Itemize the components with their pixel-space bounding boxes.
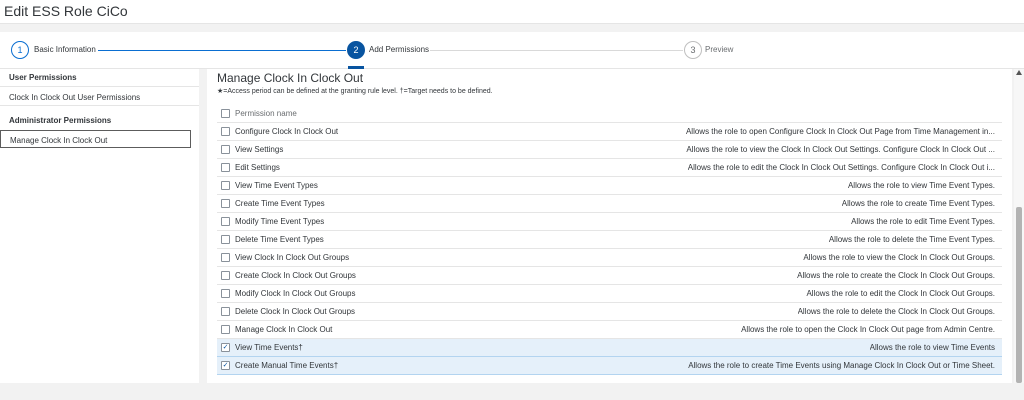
table-header-row: Permission name [217, 105, 1002, 123]
table-row[interactable]: ✓ Create Manual Time Events† Allows the ro… [217, 357, 1002, 375]
step-2-indicator[interactable]: 2 [347, 41, 365, 59]
permission-description: Allows the role to create Time Event Typ… [841, 199, 995, 208]
permission-name: Delete Time Event Types [235, 235, 324, 244]
divider [0, 86, 199, 87]
vertical-scrollbar[interactable] [1014, 69, 1024, 383]
sidebar-item-label: Manage Clock In Clock Out [10, 136, 108, 145]
table-row[interactable]: Edit Settings Allows the role to edit the… [217, 159, 1002, 177]
table-row[interactable]: View Clock In Clock Out Groups Allows the… [217, 249, 1002, 267]
table-row[interactable]: Configure Clock In Clock Out Allows the r… [217, 123, 1002, 141]
permission-description: Allows the role to view the Clock In Clo… [686, 145, 995, 154]
permission-name: Manage Clock In Clock Out [235, 325, 333, 334]
table-row[interactable]: Modify Clock In Clock Out Groups Allows t… [217, 285, 1002, 303]
permission-checkbox[interactable] [221, 271, 230, 280]
wizard-stepper: 1 Basic Information 2 Add Permissions 3 … [0, 32, 1024, 69]
table-row[interactable]: Delete Clock In Clock Out Groups Allows t… [217, 303, 1002, 321]
permission-checkbox[interactable]: ✓ [221, 361, 230, 370]
table-row[interactable]: Manage Clock In Clock Out Allows the role… [217, 321, 1002, 339]
permission-checkbox[interactable] [221, 325, 230, 334]
permission-checkbox[interactable] [221, 145, 230, 154]
permission-description: Allows the role to delete the Time Event… [828, 235, 995, 244]
column-header-permission-name: Permission name [235, 109, 297, 118]
permission-name: Edit Settings [235, 163, 280, 172]
permission-checkbox[interactable] [221, 253, 230, 262]
step-1-indicator[interactable]: 1 [11, 41, 29, 59]
section-legend: ★=Access period can be defined at the gr… [217, 88, 493, 95]
permission-description: Allows the role to open Configure Clock … [685, 127, 995, 136]
permission-description: Allows the role to view Time Events [869, 343, 995, 352]
table-row[interactable]: Modify Time Event Types Allows the role t… [217, 213, 1002, 231]
step-1-label[interactable]: Basic Information [34, 45, 96, 54]
permission-name: Modify Clock In Clock Out Groups [235, 289, 356, 298]
permission-name: View Clock In Clock Out Groups [235, 253, 350, 262]
table-row[interactable]: Create Time Event Types Allows the role t… [217, 195, 1002, 213]
permission-name: View Time Event Types [235, 181, 318, 190]
user-permissions-header: User Permissions [9, 73, 77, 82]
permission-name: Delete Clock In Clock Out Groups [235, 307, 356, 316]
permission-checkbox[interactable] [221, 163, 230, 172]
permissions-panel: Manage Clock In Clock Out ★=Access perio… [207, 69, 1012, 383]
step-3-indicator[interactable]: 3 [684, 41, 702, 59]
permission-name: Create Time Event Types [235, 199, 325, 208]
permission-checkbox[interactable] [221, 127, 230, 136]
permission-name: Configure Clock In Clock Out [235, 127, 339, 136]
permission-description: Allows the role to create Time Events us… [688, 361, 995, 370]
permission-checkbox[interactable] [221, 217, 230, 226]
step-2-label[interactable]: Add Permissions [369, 45, 429, 54]
select-all-checkbox[interactable] [221, 109, 230, 118]
administrator-permissions-header: Administrator Permissions [9, 116, 112, 125]
permission-checkbox[interactable] [221, 181, 230, 190]
permission-description: Allows the role to edit the Clock In Clo… [806, 289, 995, 298]
permission-checkbox[interactable] [221, 289, 230, 298]
permission-description: Allows the role to edit the Clock In Clo… [687, 163, 995, 172]
sidebar-item-clock-user-permissions[interactable]: Clock In Clock Out User Permissions [0, 88, 199, 106]
sidebar-item-manage-clock[interactable]: Manage Clock In Clock Out [0, 130, 191, 148]
table-row[interactable]: Create Clock In Clock Out Groups Allows t… [217, 267, 1002, 285]
permission-name: Create Clock In Clock Out Groups [235, 271, 356, 280]
table-row[interactable]: Delete Time Event Types Allows the role t… [217, 231, 1002, 249]
table-row[interactable]: ✓ View Time Events† Allows the role to vie… [217, 339, 1002, 357]
step-connector-1 [98, 50, 346, 51]
permission-name: Create Manual Time Events† [235, 361, 339, 370]
permission-checkbox[interactable] [221, 235, 230, 244]
scrollbar-thumb[interactable] [1016, 207, 1022, 383]
page-title: Edit ESS Role CiCo [4, 3, 128, 19]
permission-description: Allows the role to view Time Event Types… [847, 181, 995, 190]
scroll-up-arrow-icon[interactable] [1016, 70, 1022, 75]
step-3-label[interactable]: Preview [705, 45, 733, 54]
permission-name: Modify Time Event Types [235, 217, 325, 226]
table-row[interactable]: View Settings Allows the role to view the… [217, 141, 1002, 159]
permission-description: Allows the role to delete the Clock In C… [797, 307, 995, 316]
permission-description: Allows the role to edit Time Event Types… [851, 217, 995, 226]
section-title: Manage Clock In Clock Out [217, 71, 364, 85]
permission-name: View Time Events† [235, 343, 303, 352]
permission-name: View Settings [235, 145, 284, 154]
permissions-sidebar: User Permissions Clock In Clock Out User… [0, 69, 199, 383]
permission-description: Allows the role to create the Clock In C… [797, 271, 995, 280]
permission-checkbox[interactable] [221, 199, 230, 208]
sidebar-item-label: Clock In Clock Out User Permissions [9, 93, 141, 102]
table-row[interactable]: View Time Event Types Allows the role to … [217, 177, 1002, 195]
permission-checkbox[interactable]: ✓ [221, 343, 230, 352]
permission-description: Allows the role to view the Clock In Clo… [803, 253, 995, 262]
permission-checkbox[interactable] [221, 307, 230, 316]
permission-description: Allows the role to open the Clock In Clo… [741, 325, 995, 334]
step-connector-2 [430, 50, 683, 51]
title-bar: Edit ESS Role CiCo [0, 0, 1024, 24]
